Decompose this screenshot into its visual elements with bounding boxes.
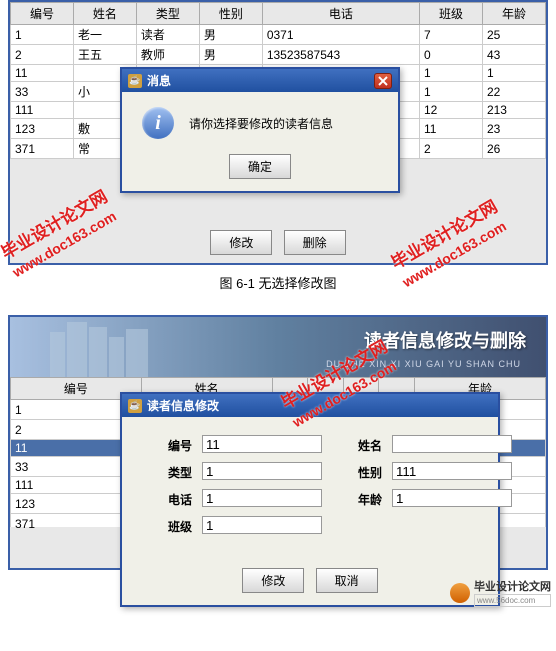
delete-button[interactable]: 删除 [284,230,346,255]
figure-caption-1: 图 6-1 无选择修改图 [0,265,556,300]
column-header[interactable]: 电话 [262,3,419,25]
column-header[interactable]: 性别 [199,3,262,25]
gender-field[interactable] [392,462,512,480]
dialog-title: 读者信息修改 [147,397,492,414]
dialog-titlebar[interactable]: ☕ 读者信息修改 [122,394,498,417]
column-header[interactable]: 班级 [420,3,483,25]
table-cell: 7 [420,25,483,45]
logo-icon [450,583,470,603]
table-cell: 371 [11,139,74,159]
table-cell: 33 [11,82,74,102]
phone-label: 电话 [142,489,192,508]
logo-url: www.56doc.com [474,594,551,607]
table-cell: 25 [482,25,545,45]
table-cell: 43 [482,45,545,65]
java-icon: ☕ [128,74,142,88]
table-row[interactable]: 1老一读者男0371725 [11,25,546,45]
banner-subtitle: DU ZHE XIN XI XIU GAI YU SHAN CHU [326,359,521,369]
class-field[interactable] [202,516,322,534]
table-cell: 1 [420,65,483,82]
dialog-body: i 请你选择要修改的读者信息 [122,92,398,149]
name-field[interactable] [392,435,512,453]
table-cell: 2 [11,45,74,65]
table-cell: 0371 [262,25,419,45]
banner-title: 读者信息修改与删除 [364,327,526,353]
table-cell: 男 [199,45,262,65]
button-bar-1: 修改 删除 [10,222,546,263]
table-cell: 读者 [136,25,199,45]
gender-label: 性别 [332,462,382,481]
id-field[interactable] [202,435,322,453]
column-header[interactable]: 年龄 [482,3,545,25]
dialog-modify-button[interactable]: 修改 [242,568,304,593]
dialog-cancel-button[interactable]: 取消 [316,568,378,593]
info-icon: i [142,107,174,139]
edit-form: 编号 姓名 类型 性别 电话 年龄 班级 [122,417,498,553]
table-cell: 教师 [136,45,199,65]
table-cell: 老一 [73,25,136,45]
table-cell: 12 [420,102,483,119]
table-cell: 1 [11,25,74,45]
table-cell: 王五 [73,45,136,65]
phone-field[interactable] [202,489,322,507]
panel-2: 读者信息修改与删除 DU ZHE XIN XI XIU GAI YU SHAN … [8,315,548,570]
table-row[interactable]: 2王五教师男13523587543043 [11,45,546,65]
table-cell: 111 [11,102,74,119]
dialog-title: 消息 [147,72,374,89]
table-cell: 0 [420,45,483,65]
table-cell: 26 [482,139,545,159]
column-header[interactable]: 类型 [136,3,199,25]
footer-logo: 毕业设计论文网 www.56doc.com [450,578,551,607]
table-cell: 1 [482,65,545,82]
modify-button[interactable]: 修改 [210,230,272,255]
close-icon[interactable] [374,73,392,89]
dialog-button-row: 修改 取消 [122,553,498,605]
id-label: 编号 [142,435,192,454]
table-cell: 11 [420,119,483,139]
banner-art [50,317,200,377]
table-cell: 男 [199,25,262,45]
table-cell: 13523587543 [262,45,419,65]
panel-1: 编号姓名类型性别电话班级年龄 1老一读者男03717252王五教师男135235… [8,0,548,265]
message-dialog: ☕ 消息 i 请你选择要修改的读者信息 确定 [120,67,400,193]
table-cell: 2 [420,139,483,159]
logo-text: 毕业设计论文网 [474,578,551,594]
type-field[interactable] [202,462,322,480]
class-label: 班级 [142,516,192,535]
figure-6-2: 读者信息修改与删除 DU ZHE XIN XI XIU GAI YU SHAN … [0,315,556,605]
table-cell: 22 [482,82,545,102]
dialog-message: 请你选择要修改的读者信息 [189,115,333,132]
banner: 读者信息修改与删除 DU ZHE XIN XI XIU GAI YU SHAN … [10,317,546,377]
table-cell: 1 [420,82,483,102]
age-field[interactable] [392,489,512,507]
table-cell: 123 [11,119,74,139]
edit-dialog: ☕ 读者信息修改 编号 姓名 类型 性别 电话 年龄 班级 修改 [120,392,500,607]
dialog-titlebar[interactable]: ☕ 消息 [122,69,398,92]
age-label: 年龄 [332,489,382,508]
java-icon: ☕ [128,399,142,413]
column-header[interactable]: 编号 [11,3,74,25]
type-label: 类型 [142,462,192,481]
column-header[interactable]: 姓名 [73,3,136,25]
ok-button[interactable]: 确定 [229,154,291,179]
table-cell: 11 [11,65,74,82]
table-cell: 23 [482,119,545,139]
name-label: 姓名 [332,435,382,454]
figure-6-1: 编号姓名类型性别电话班级年龄 1老一读者男03717252王五教师男135235… [0,0,556,300]
dialog-button-row: 确定 [122,149,398,191]
table-cell: 213 [482,102,545,119]
